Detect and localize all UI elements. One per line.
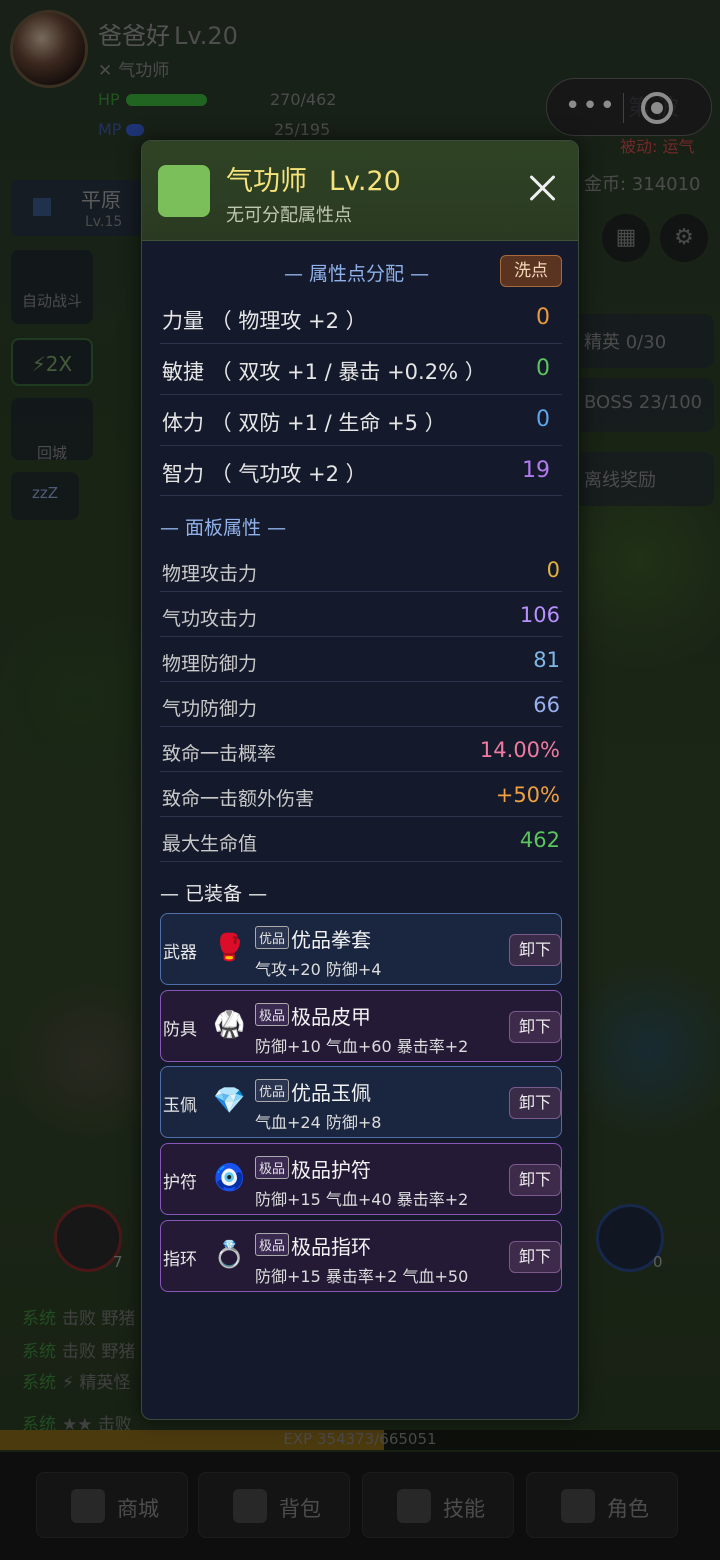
attr-section-title: — 属性点分配 — <box>284 263 430 285</box>
panel-label: 最大生命值 <box>162 833 258 855</box>
equip-name: 极品皮甲 <box>291 1005 371 1029</box>
panel-row: 物理攻击力 0 <box>160 547 562 592</box>
panel-value: 0 <box>546 558 560 582</box>
equip-section-title: — 已装备 — <box>160 883 268 905</box>
equip-stats: 防御+15 暴击率+2 气血+50 <box>255 1267 469 1286</box>
ring-icon: 💍 <box>213 1240 246 1270</box>
equip-weapon[interactable]: 武器 🥊 优品 优品拳套 气攻+20 防御+4 卸下 <box>160 913 562 985</box>
equip-stats: 防御+15 气血+40 暴击率+2 <box>255 1190 469 1209</box>
panel-label: 物理防御力 <box>162 653 258 675</box>
unequip-button[interactable]: 卸下 <box>509 1164 561 1196</box>
equip-name: 优品玉佩 <box>291 1081 371 1105</box>
panel-row: 气功防御力 66 <box>160 682 562 727</box>
equip-slot: 指环 <box>163 1250 197 1270</box>
equip-name: 极品指环 <box>291 1235 371 1259</box>
panel-row: 致命一击额外伤害 +50% <box>160 772 562 817</box>
panel-row: 气功攻击力 106 <box>160 592 562 637</box>
character-modal: 气功师 Lv.20 无可分配属性点 — 属性点分配 — 洗点 力量 （ 物理攻 +… <box>141 140 579 1420</box>
panel-value: 106 <box>519 603 560 627</box>
panel-row: 最大生命值 462 <box>160 817 562 862</box>
equip-slot: 防具 <box>163 1020 197 1040</box>
panel-label: 致命一击概率 <box>162 743 277 765</box>
attr-row-intellect: 智力 （ 气功攻 +2 ） 19 <box>160 446 562 496</box>
unequip-button[interactable]: 卸下 <box>509 1011 561 1043</box>
attr-value: 0 <box>536 407 550 432</box>
panel-label: 致命一击额外伤害 <box>162 788 315 810</box>
equip-name: 优品拳套 <box>291 928 371 952</box>
panel-row: 致命一击概率 14.00% <box>160 727 562 772</box>
grade-badge: 优品 <box>255 926 290 949</box>
attr-row-stamina: 体力 （ 双防 +1 / 生命 +5 ） 0 <box>160 395 562 446</box>
modal-subtitle: 无可分配属性点 <box>226 205 352 226</box>
panel-value: 81 <box>533 648 560 672</box>
unequip-button[interactable]: 卸下 <box>509 1087 561 1119</box>
equip-stats: 气攻+20 防御+4 <box>255 960 382 979</box>
equip-stats: 气血+24 防御+8 <box>255 1113 382 1132</box>
gem-icon: 💎 <box>213 1086 246 1116</box>
panel-section-title: — 面板属性 — <box>160 517 287 539</box>
panel-value: 66 <box>533 693 560 717</box>
attr-label: 体力 （ 双防 +1 / 生命 +5 ） <box>162 411 446 435</box>
attr-label: 智力 （ 气功攻 +2 ） <box>162 462 367 486</box>
panel-label: 气功攻击力 <box>162 608 258 630</box>
panel-label: 物理攻击力 <box>162 563 258 585</box>
equip-amulet[interactable]: 护符 🧿 极品 极品护符 防御+15 气血+40 暴击率+2 卸下 <box>160 1143 562 1215</box>
equip-armor[interactable]: 防具 🥋 极品 极品皮甲 防御+10 气血+60 暴击率+2 卸下 <box>160 990 562 1062</box>
equip-name: 极品护符 <box>291 1158 371 1182</box>
class-icon <box>158 165 210 217</box>
close-icon[interactable] <box>526 171 560 205</box>
equip-stats: 防御+10 气血+60 暴击率+2 <box>255 1037 469 1056</box>
unequip-button[interactable]: 卸下 <box>509 1241 561 1273</box>
equip-slot: 武器 <box>163 943 197 963</box>
attr-value: 19 <box>522 458 550 483</box>
equip-jade[interactable]: 玉佩 💎 优品 优品玉佩 气血+24 防御+8 卸下 <box>160 1066 562 1138</box>
attr-label: 敏捷 （ 双攻 +1 / 暴击 +0.2% ） <box>162 360 486 384</box>
modal-title: 气功师 Lv.20 <box>226 159 401 198</box>
panel-value: 14.00% <box>479 738 560 762</box>
equip-slot: 护符 <box>163 1173 197 1193</box>
robe-icon: 🥋 <box>213 1010 246 1040</box>
grade-badge: 极品 <box>255 1233 290 1256</box>
unequip-button[interactable]: 卸下 <box>509 934 561 966</box>
equip-slot: 玉佩 <box>163 1096 197 1116</box>
panel-value: 462 <box>519 828 560 852</box>
evil-eye-icon: 🧿 <box>213 1163 246 1193</box>
modal-header: 气功师 Lv.20 无可分配属性点 <box>142 141 578 241</box>
panel-value: +50% <box>495 783 560 807</box>
equip-ring[interactable]: 指环 💍 极品 极品指环 防御+15 暴击率+2 气血+50 卸下 <box>160 1220 562 1292</box>
attr-row-agility: 敏捷 （ 双攻 +1 / 暴击 +0.2% ） 0 <box>160 344 562 395</box>
panel-label: 气功防御力 <box>162 698 258 720</box>
grade-badge: 优品 <box>255 1079 290 1102</box>
attr-value: 0 <box>536 356 550 381</box>
wash-points-button[interactable]: 洗点 <box>500 255 562 287</box>
attr-label: 力量 （ 物理攻 +2 ） <box>162 309 367 333</box>
grade-badge: 极品 <box>255 1003 290 1026</box>
panel-row: 物理防御力 81 <box>160 637 562 682</box>
grade-badge: 极品 <box>255 1156 290 1179</box>
modal-title-level: Lv.20 <box>329 166 401 197</box>
modal-title-class: 气功师 <box>226 166 307 197</box>
attr-value: 0 <box>536 305 550 330</box>
boxing-glove-icon: 🥊 <box>213 933 246 963</box>
attr-row-strength: 力量 （ 物理攻 +2 ） 0 <box>160 293 562 344</box>
